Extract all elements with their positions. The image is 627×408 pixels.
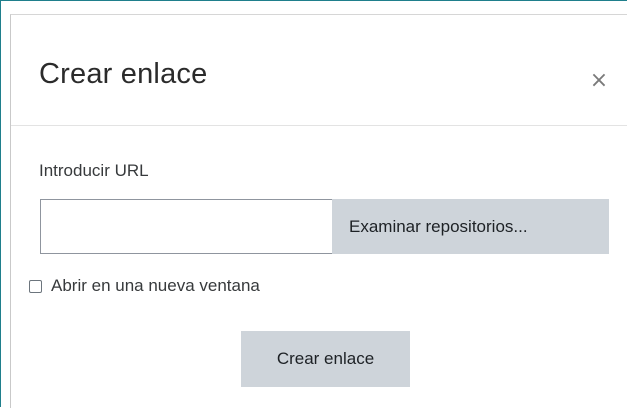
dialog-title: Crear enlace xyxy=(39,58,208,90)
dialog-header: Crear enlace × xyxy=(11,15,627,126)
url-input[interactable] xyxy=(40,199,332,254)
url-label: Introducir URL xyxy=(39,161,149,180)
create-link-button[interactable]: Crear enlace xyxy=(241,331,410,387)
close-button[interactable]: × xyxy=(585,67,613,95)
window-frame: Crear enlace × Introducir URL Examinar r… xyxy=(0,0,627,408)
close-icon: × xyxy=(589,68,609,93)
new-window-option[interactable]: Abrir en una nueva ventana xyxy=(29,275,260,297)
new-window-label[interactable]: Abrir en una nueva ventana xyxy=(51,276,260,296)
new-window-checkbox[interactable] xyxy=(29,279,42,293)
browse-repositories-button[interactable]: Examinar repositorios... xyxy=(332,199,609,254)
create-link-dialog: Crear enlace × Introducir URL Examinar r… xyxy=(10,14,627,408)
